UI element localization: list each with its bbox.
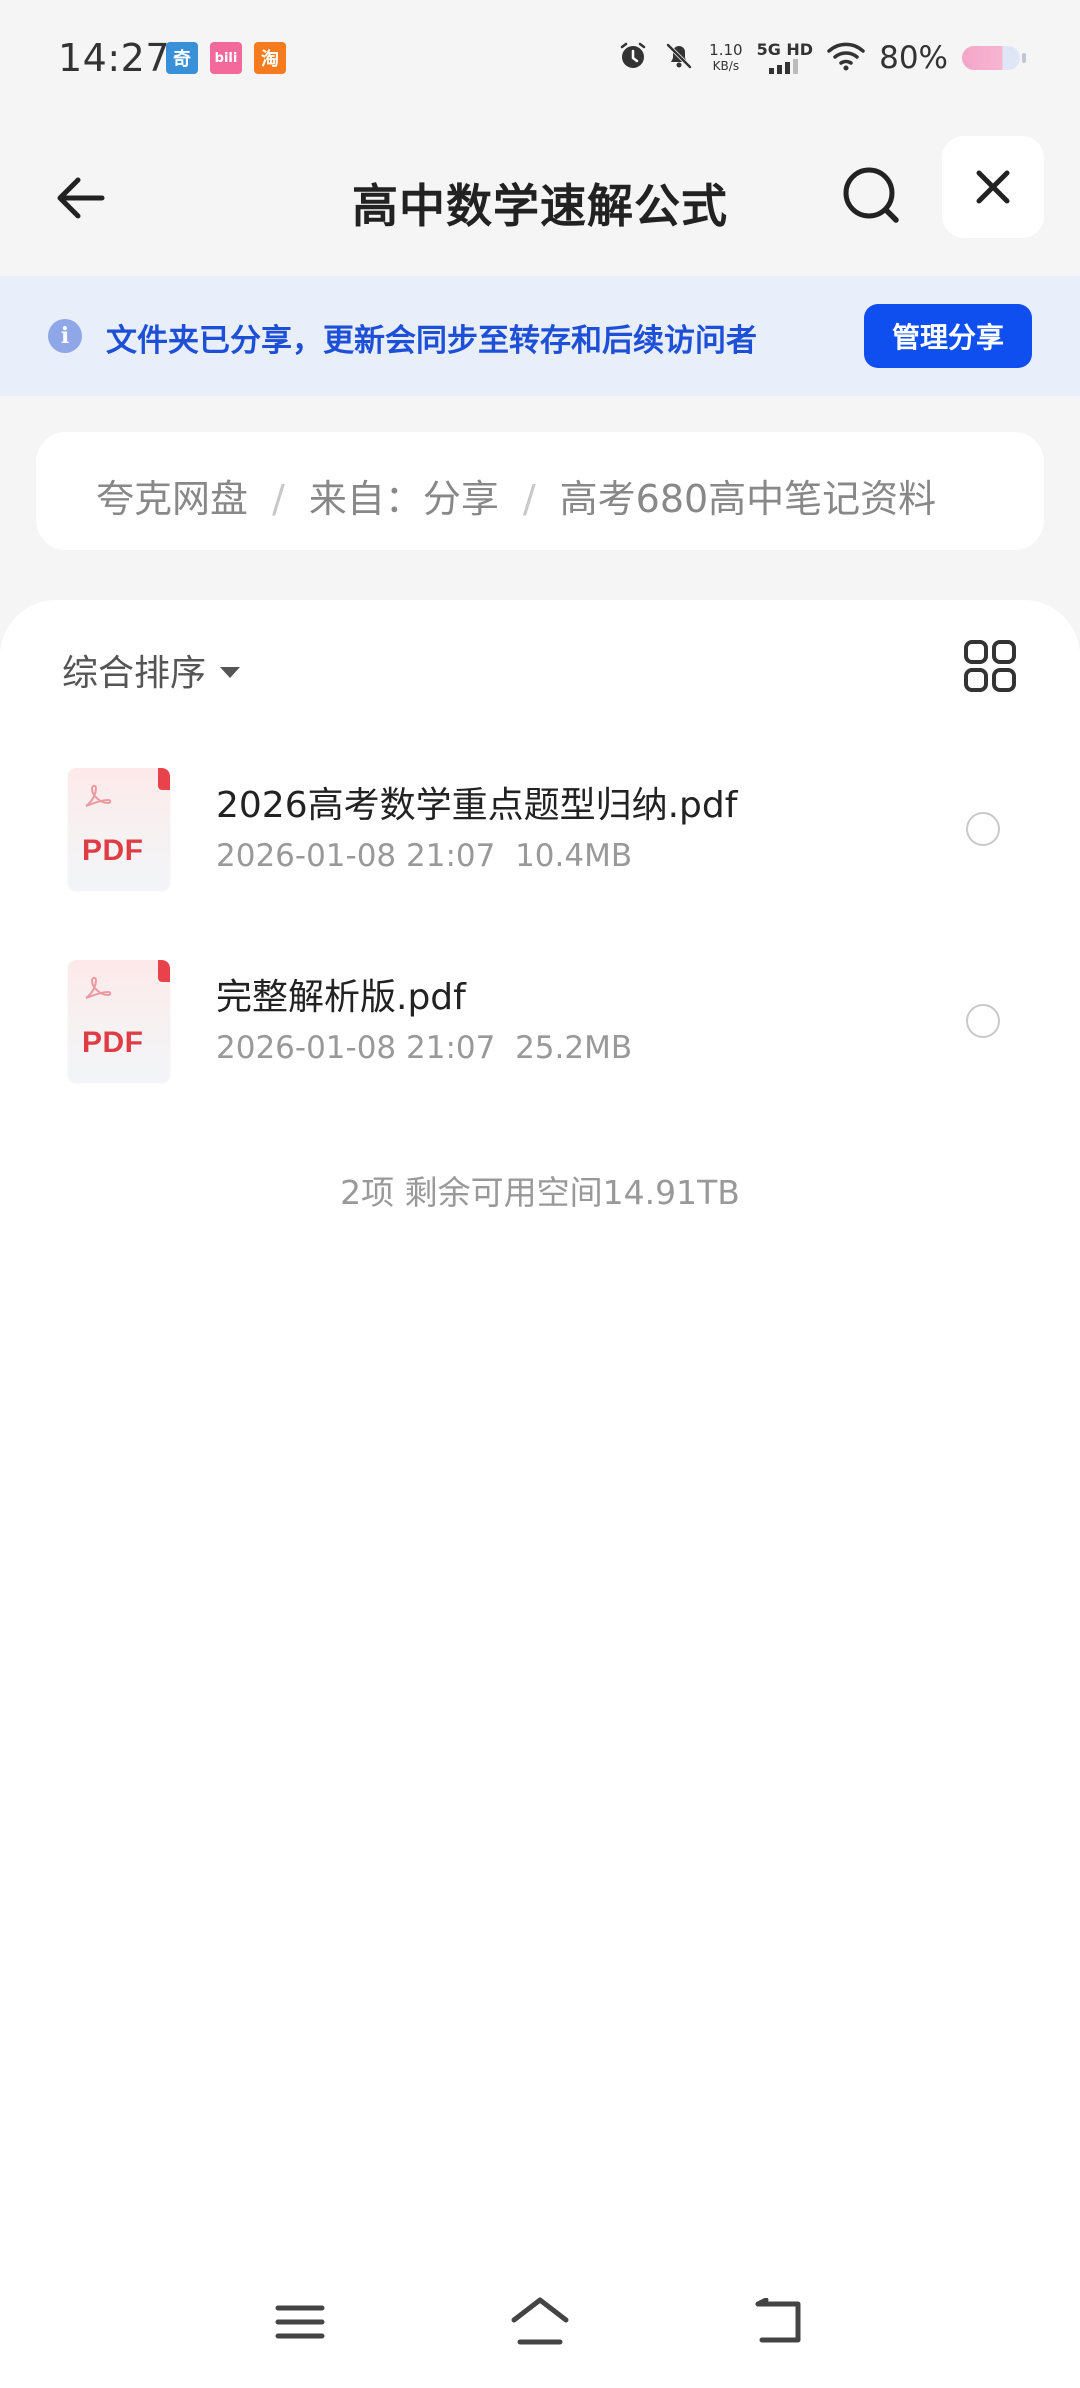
file-meta: 2026-01-08 21:07 10.4MB — [216, 838, 632, 874]
grid-view-icon — [964, 640, 1016, 692]
signal-bars-icon — [768, 59, 798, 74]
file-row[interactable]: PDF 完整解析版.pdf 2026-01-08 21:07 25.2MB — [0, 936, 1080, 1096]
select-checkbox[interactable] — [966, 1004, 1000, 1038]
file-size: 10.4MB — [515, 838, 633, 874]
file-size: 25.2MB — [515, 1030, 633, 1066]
acrobat-icon — [85, 976, 112, 999]
file-list-panel: 综合排序 PDF 2026高考数学重点题型归纳.pdf 2026-01-08 2… — [0, 600, 1080, 2388]
sort-dropdown[interactable]: 综合排序 — [62, 644, 241, 696]
signal-indicator: 5G HD — [757, 42, 813, 74]
file-date: 2026-01-08 21:07 — [216, 1030, 496, 1066]
breadcrumb-item-share[interactable]: 来自：分享 — [309, 477, 499, 521]
breadcrumb: 夸克网盘 / 来自：分享 / 高考680高中笔记资料 — [36, 432, 1044, 550]
search-button[interactable] — [830, 154, 914, 238]
breadcrumb-fade — [984, 432, 1044, 550]
page-title: 高中数学速解公式 — [352, 179, 728, 233]
file-name: 完整解析版.pdf — [216, 977, 466, 1018]
manage-share-button[interactable]: 管理分享 — [864, 304, 1032, 368]
status-time: 14:27 — [58, 36, 171, 80]
pdf-file-icon: PDF — [68, 960, 170, 1082]
caret-down-icon — [220, 666, 241, 678]
battery-icon — [962, 46, 1026, 70]
menu-nav-button[interactable] — [268, 2290, 332, 2354]
breadcrumb-separator: / — [522, 477, 536, 521]
network-speed: 1.10 KB/s — [709, 41, 743, 73]
search-icon — [843, 167, 899, 223]
home-nav-button[interactable] — [508, 2290, 572, 2354]
home-icon — [511, 2297, 569, 2345]
breadcrumb-item-folder[interactable]: 高考680高中笔记资料 — [560, 477, 937, 521]
share-notice-text: 文件夹已分享，更新会同步至转存和后续访问者 — [106, 323, 757, 359]
breadcrumb-item-root[interactable]: 夸克网盘 — [96, 477, 248, 521]
acrobat-icon — [85, 784, 112, 807]
taobao-app-icon: 淘 — [254, 42, 286, 74]
pdf-label: PDF — [82, 834, 144, 867]
grid-view-button[interactable] — [962, 638, 1018, 694]
wifi-icon — [827, 41, 865, 75]
breadcrumb-separator: / — [272, 477, 285, 521]
battery-percent: 80% — [879, 40, 948, 76]
file-row[interactable]: PDF 2026高考数学重点题型归纳.pdf 2026-01-08 21:07 … — [0, 744, 1080, 904]
sort-label: 综合排序 — [62, 653, 207, 694]
mute-bell-icon — [663, 40, 695, 76]
menu-icon — [275, 2305, 325, 2339]
status-indicators: 1.10 KB/s 5G HD 80% — [617, 36, 1026, 80]
file-date: 2026-01-08 21:07 — [216, 838, 496, 874]
pdf-label: PDF — [82, 1026, 144, 1059]
bilibili-app-icon: bili — [210, 42, 242, 74]
pdf-file-icon: PDF — [68, 768, 170, 890]
file-name: 2026高考数学重点题型归纳.pdf — [216, 785, 738, 826]
back-nav-button[interactable] — [748, 2290, 812, 2354]
storage-summary: 2项 剩余可用空间14.91TB — [340, 1173, 740, 1212]
alarm-icon — [617, 40, 649, 76]
back-nav-icon — [755, 2298, 801, 2343]
header: 高中数学速解公式 — [0, 118, 1080, 276]
iqiyi-app-icon: 奇 — [166, 42, 198, 74]
select-checkbox[interactable] — [966, 812, 1000, 846]
status-bar: 14:27 奇 bili 淘 1.10 KB/s 5G HD 80% — [0, 0, 1080, 118]
info-icon: i — [48, 319, 82, 353]
close-button[interactable] — [942, 136, 1044, 238]
share-banner: i 文件夹已分享，更新会同步至转存和后续访问者 管理分享 — [0, 276, 1080, 396]
close-icon — [976, 170, 1010, 204]
file-meta: 2026-01-08 21:07 25.2MB — [216, 1030, 632, 1066]
